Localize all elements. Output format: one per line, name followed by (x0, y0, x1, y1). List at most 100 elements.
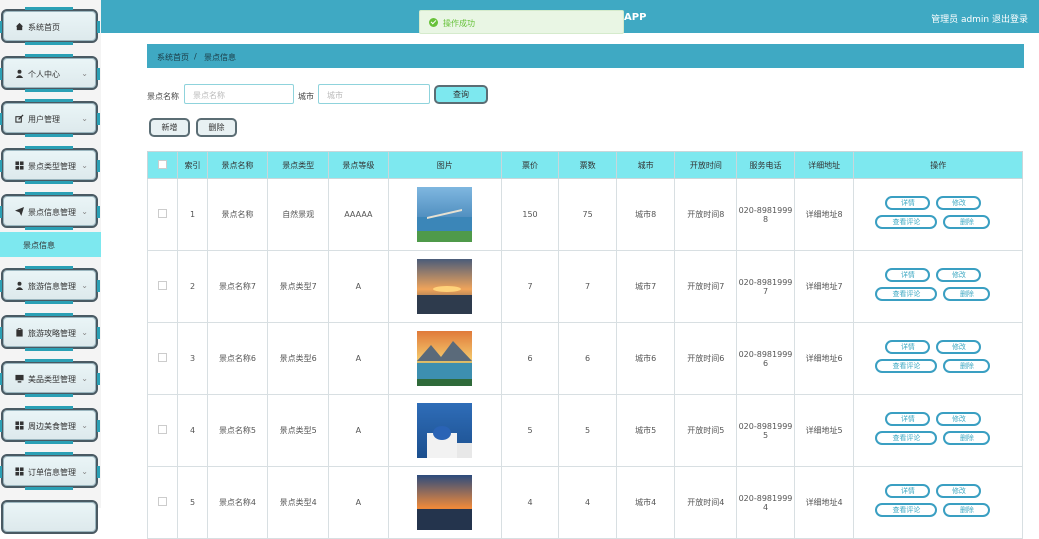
detail-button[interactable]: 详情 (885, 412, 931, 426)
sidebar-item-spot-info[interactable]: 景点信息管理 ⌄ (0, 192, 100, 230)
table-row: 5 景点名称4 景点类型4 A 4 4 城市4 开放时间4 020-89819994 详细地址4 详… (146, 466, 1023, 539)
row-delete-button[interactable]: 删除 (943, 431, 991, 445)
sidebar-item-label: 旅游信息管理 (28, 282, 76, 291)
detail-button[interactable]: 详情 (885, 340, 931, 354)
edit-button[interactable]: 修改 (936, 268, 982, 282)
row-actions: 详情 修改查看评论 删除 (854, 467, 1022, 538)
row-select-cell[interactable] (146, 466, 179, 539)
row-select-cell[interactable] (146, 394, 179, 467)
photo-cell (387, 250, 502, 323)
view-reviews-button[interactable]: 查看评论 (875, 431, 938, 445)
sidebar-item-food[interactable]: 周边美食管理 ⌄ (0, 406, 100, 444)
sidebar-item-label: 订单信息管理 (28, 468, 76, 477)
view-reviews-button[interactable]: 查看评论 (875, 287, 938, 301)
breadcrumb-home[interactable]: 系统首页 (157, 52, 189, 63)
sidebar-item-users[interactable]: 用户管理 ⌄ (0, 99, 100, 137)
level-cell: A (328, 466, 389, 539)
row-select-cell[interactable] (146, 178, 179, 251)
row-delete-button[interactable]: 删除 (943, 215, 991, 229)
chevron-down-icon: ⌄ (81, 207, 88, 216)
grid-icon (15, 161, 24, 170)
sidebar-subitem-spot-info[interactable]: 景点信息 (0, 232, 101, 257)
actions-cell: 详情 修改查看评论 删除 (853, 178, 1023, 251)
sidebar: 系统首页 个人中心 ⌄ 用户管理 ⌄ 景点类型管理 ⌄ 景点信息管理 ⌄ 景点信… (0, 0, 101, 534)
detail-button[interactable]: 详情 (885, 484, 931, 498)
sidebar-item-more[interactable] (1, 500, 98, 534)
view-reviews-button[interactable]: 查看评论 (875, 503, 938, 517)
level-cell: A (328, 250, 389, 323)
sidebar-item-travel-info[interactable]: 旅游信息管理 ⌄ (0, 266, 100, 304)
actions-cell: 详情 修改查看评论 删除 (853, 394, 1023, 467)
table-row: 1 景点名称 自然景观 AAAAA 150 75 城市8 开放时间8 020-89819998 详… (146, 178, 1023, 251)
sidebar-item-label: 旅游攻略管理 (28, 329, 76, 338)
sidebar-item-travel-guide[interactable]: 旅游攻略管理 ⌄ (0, 313, 100, 351)
row-checkbox[interactable] (158, 425, 168, 434)
select-all-checkbox[interactable] (158, 159, 168, 169)
spot-photo (417, 259, 473, 314)
detail-button[interactable]: 详情 (885, 268, 931, 282)
table-row: 3 景点名称6 景点类型6 A 6 6 城市6 开放时间6 020-89819996 详细地址6 详… (146, 322, 1023, 395)
row-delete-button[interactable]: 删除 (943, 359, 991, 373)
name-cell: 景点名称7 (206, 250, 269, 323)
row-checkbox[interactable] (158, 209, 168, 218)
city-cell: 城市7 (615, 250, 676, 323)
sidebar-item-home[interactable]: 系统首页 (0, 7, 100, 45)
edit-button[interactable]: 修改 (936, 484, 982, 498)
detail-button[interactable]: 详情 (885, 196, 931, 210)
row-checkbox[interactable] (158, 281, 168, 290)
sidebar-subitem-label: 景点信息 (23, 241, 55, 250)
breadcrumb-current: 景点信息 (204, 53, 236, 62)
city-cell: 城市6 (615, 322, 676, 395)
delete-button[interactable]: 删除 (196, 118, 237, 137)
sidebar-item-label: 美品类型管理 (28, 375, 76, 384)
price-cell: 6 (500, 322, 560, 395)
phone-cell: 020-89819994 (736, 466, 795, 539)
city-label: 城市 (298, 92, 314, 101)
city-search-input[interactable]: 城市 (318, 84, 430, 104)
search-button[interactable]: 查询 (434, 85, 488, 104)
type-cell: 景点类型5 (267, 394, 330, 467)
spot-photo (417, 475, 473, 530)
view-reviews-button[interactable]: 查看评论 (875, 359, 938, 373)
sidebar-item-label: 景点信息管理 (28, 208, 76, 217)
sidebar-item-orders[interactable]: 订单信息管理 ⌄ (0, 452, 100, 490)
view-reviews-button[interactable]: 查看评论 (875, 215, 938, 229)
row-checkbox[interactable] (158, 497, 168, 506)
spot-photo (417, 187, 473, 242)
price-cell: 7 (500, 250, 560, 323)
index-cell: 1 (177, 178, 208, 251)
row-delete-button[interactable]: 删除 (943, 287, 991, 301)
chevron-down-icon: ⌄ (81, 421, 88, 430)
row-select-cell[interactable] (146, 250, 179, 323)
row-checkbox[interactable] (158, 353, 168, 362)
success-toast: 操作成功 (419, 10, 624, 34)
row-actions: 详情 修改查看评论 删除 (854, 251, 1022, 322)
sidebar-item-personal[interactable]: 个人中心 ⌄ (0, 54, 100, 92)
edit-button[interactable]: 修改 (936, 412, 982, 426)
name-cell: 景点名称4 (206, 466, 269, 539)
type-cell: 自然景观 (267, 178, 330, 251)
row-select-cell[interactable] (146, 322, 179, 395)
edit-button[interactable]: 修改 (936, 196, 982, 210)
index-cell: 3 (177, 322, 208, 395)
user-icon (15, 281, 24, 290)
row-delete-button[interactable]: 删除 (943, 503, 991, 517)
table-row: 4 景点名称5 景点类型5 A 5 5 城市5 开放时间5 020-89819995 详细地址5 详… (146, 394, 1023, 467)
address-cell: 详细地址4 (793, 466, 855, 539)
user-logout-link[interactable]: 管理员 admin 退出登录 (931, 12, 1028, 25)
chevron-down-icon: ⌄ (81, 114, 88, 123)
phone-cell: 020-89819998 (736, 178, 795, 251)
column-header: 票价 (500, 151, 560, 179)
sidebar-item-product-types[interactable]: 美品类型管理 ⌄ (0, 359, 100, 397)
level-cell: AAAAA (328, 178, 389, 251)
type-cell: 景点类型7 (267, 250, 330, 323)
sidebar-item-spot-types[interactable]: 景点类型管理 ⌄ (0, 146, 100, 184)
name-search-input[interactable]: 景点名称 (184, 84, 294, 104)
add-button[interactable]: 新增 (149, 118, 190, 137)
select-all-cell[interactable] (146, 151, 179, 179)
name-cell: 景点名称 (206, 178, 269, 251)
actions-cell: 详情 修改查看评论 删除 (853, 466, 1023, 539)
edit-button[interactable]: 修改 (936, 340, 982, 354)
address-cell: 详细地址6 (793, 322, 855, 395)
column-header: 操作 (853, 151, 1023, 179)
